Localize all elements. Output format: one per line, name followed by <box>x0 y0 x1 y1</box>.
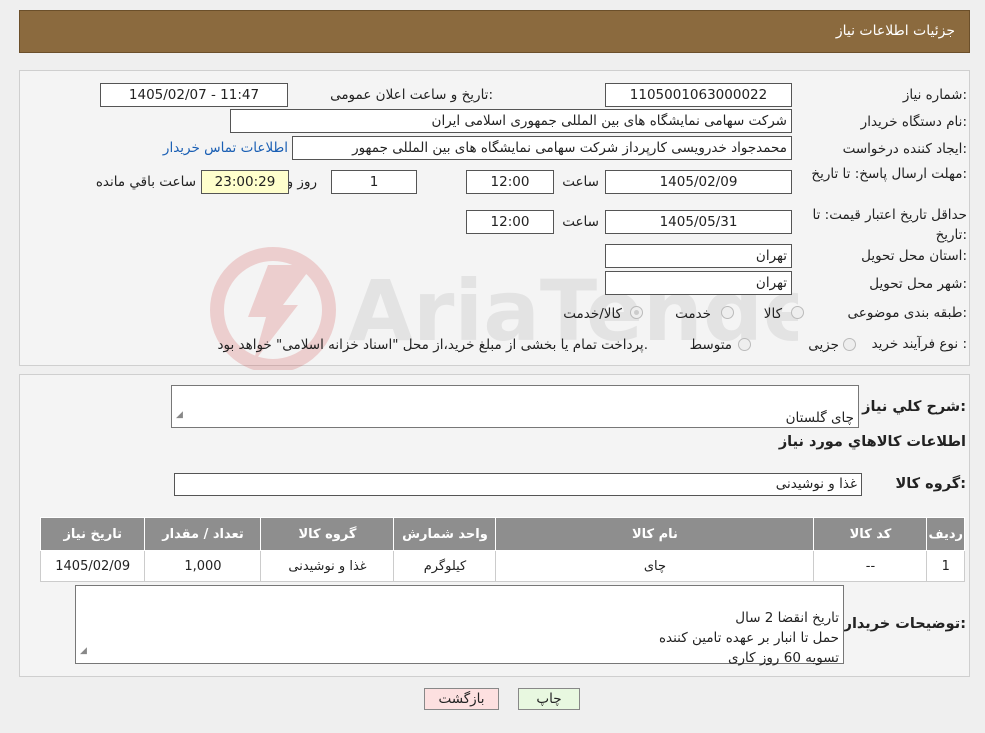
page-title: جزئیات اطلاعات نیاز <box>835 23 955 39</box>
days-field: 1 <box>331 170 417 194</box>
goods-group-label: گروه کالا: <box>895 476 966 492</box>
days-label: روز و <box>286 174 317 190</box>
buyer-org-field: شرکت سهامی نمایشگاه های بین المللی جمهور… <box>230 109 792 133</box>
col-unit: واحد شمارش <box>393 517 497 551</box>
validity-date-field: 1405/05/31 <box>605 210 792 234</box>
reply-date-field: 1405/02/09 <box>605 170 792 194</box>
resize-grip-icon[interactable]: ◢ <box>80 641 87 661</box>
items-table: رديف کد کالا نام کالا واحد شمارش گروه کا… <box>39 517 965 582</box>
col-item-code: کد کالا <box>813 517 928 551</box>
need-number-label: شماره نیاز: <box>902 87 967 103</box>
cell-item-name: چای <box>495 550 815 582</box>
table-row: 1 -- چای کیلوگرم غذا و نوشیدنی 1,000 140… <box>39 550 965 582</box>
cell-item-code: -- <box>813 550 928 582</box>
description-text: چای گلستان <box>785 410 854 426</box>
col-need-date: تاریخ نیاز <box>39 517 146 551</box>
cell-row-number: 1 <box>926 550 965 582</box>
col-quantity: تعداد / مقدار <box>144 517 262 551</box>
process-option-minor: جزیی <box>808 337 839 353</box>
city-field: تهران <box>605 271 792 295</box>
process-option-medium: متوسط <box>689 337 732 353</box>
page-header: جزئیات اطلاعات نیاز <box>19 10 970 53</box>
remaining-label: ساعت باقي مانده <box>95 174 196 190</box>
cell-quantity: 1,000 <box>144 550 262 582</box>
category-radio-service[interactable] <box>721 306 734 319</box>
col-row-number: رديف <box>926 517 965 551</box>
category-option-service: خدمت <box>675 306 711 322</box>
reply-deadline-label: مهلت ارسال پاسخ: تا تاریخ: <box>811 166 967 182</box>
description-field: چای گلستان ◢ <box>171 385 859 428</box>
back-button[interactable]: بازگشت <box>424 688 499 710</box>
process-radio-minor[interactable] <box>843 338 856 351</box>
creator-field: محمدجواد خدرویسی کارپرداز شرکت سهامی نما… <box>292 136 792 160</box>
description-label: شرح کلي نياز: <box>862 399 966 415</box>
category-radio-goods-service[interactable] <box>630 306 643 319</box>
col-item-name: نام کالا <box>495 517 815 551</box>
creator-label: ایجاد کننده درخواست: <box>842 141 967 157</box>
province-label: استان محل تحویل: <box>861 248 967 264</box>
items-table-header: رديف کد کالا نام کالا واحد شمارش گروه کا… <box>39 517 965 551</box>
buyer-org-label: نام دستگاه خریدار: <box>860 114 967 130</box>
col-group: گروه کالا <box>260 517 395 551</box>
category-radio-goods[interactable] <box>791 306 804 319</box>
cell-unit: کیلوگرم <box>393 550 497 582</box>
cell-need-date: 1405/02/09 <box>39 550 146 582</box>
category-option-goods: کالا <box>763 306 782 322</box>
announce-label: تاریخ و ساعت اعلان عمومی: <box>330 87 493 103</box>
need-number-field: 1105001063000022 <box>605 83 792 107</box>
category-label: طبقه بندی موضوعی: <box>847 305 967 321</box>
process-note: پرداخت تمام یا بخشی از مبلغ خرید،از محل … <box>217 337 648 353</box>
buyer-notes-label: توضیحات خریدار: <box>843 616 966 632</box>
buyer-notes-text: تاریخ انقضا 2 سال حمل تا انبار بر عهده ت… <box>658 610 839 666</box>
reply-time-field: 12:00 <box>466 170 554 194</box>
buyer-notes-field: تاریخ انقضا 2 سال حمل تا انبار بر عهده ت… <box>75 585 844 666</box>
process-radio-medium[interactable] <box>738 338 751 351</box>
items-heading: اطلاعات کالاهاي مورد نياز <box>778 434 966 450</box>
remaining-time-field: 23:00:29 <box>201 170 289 194</box>
cell-group: غذا و نوشیدنی <box>260 550 395 582</box>
goods-group-field: غذا و نوشیدنی <box>174 473 862 496</box>
announce-field: 1405/02/07 - 11:47 <box>100 83 288 107</box>
province-field: تهران <box>605 244 792 268</box>
process-label: نوع فرآیند خرید : <box>871 336 967 352</box>
validity-time-field: 12:00 <box>466 210 554 234</box>
validity-time-label: ساعت <box>562 214 599 230</box>
print-button[interactable]: چاپ <box>518 688 580 710</box>
city-label: شهر محل تحویل: <box>869 276 967 292</box>
reply-time-label: ساعت <box>562 174 599 190</box>
category-option-goods-service: کالا/خدمت <box>563 306 622 322</box>
resize-grip-icon[interactable]: ◢ <box>176 405 183 425</box>
min-validity-label: حداقل تاریخ اعتبار قیمت: تا تاریخ: <box>812 207 967 243</box>
buyer-contact-link[interactable]: اطلاعات تماس خریدار <box>163 140 288 156</box>
